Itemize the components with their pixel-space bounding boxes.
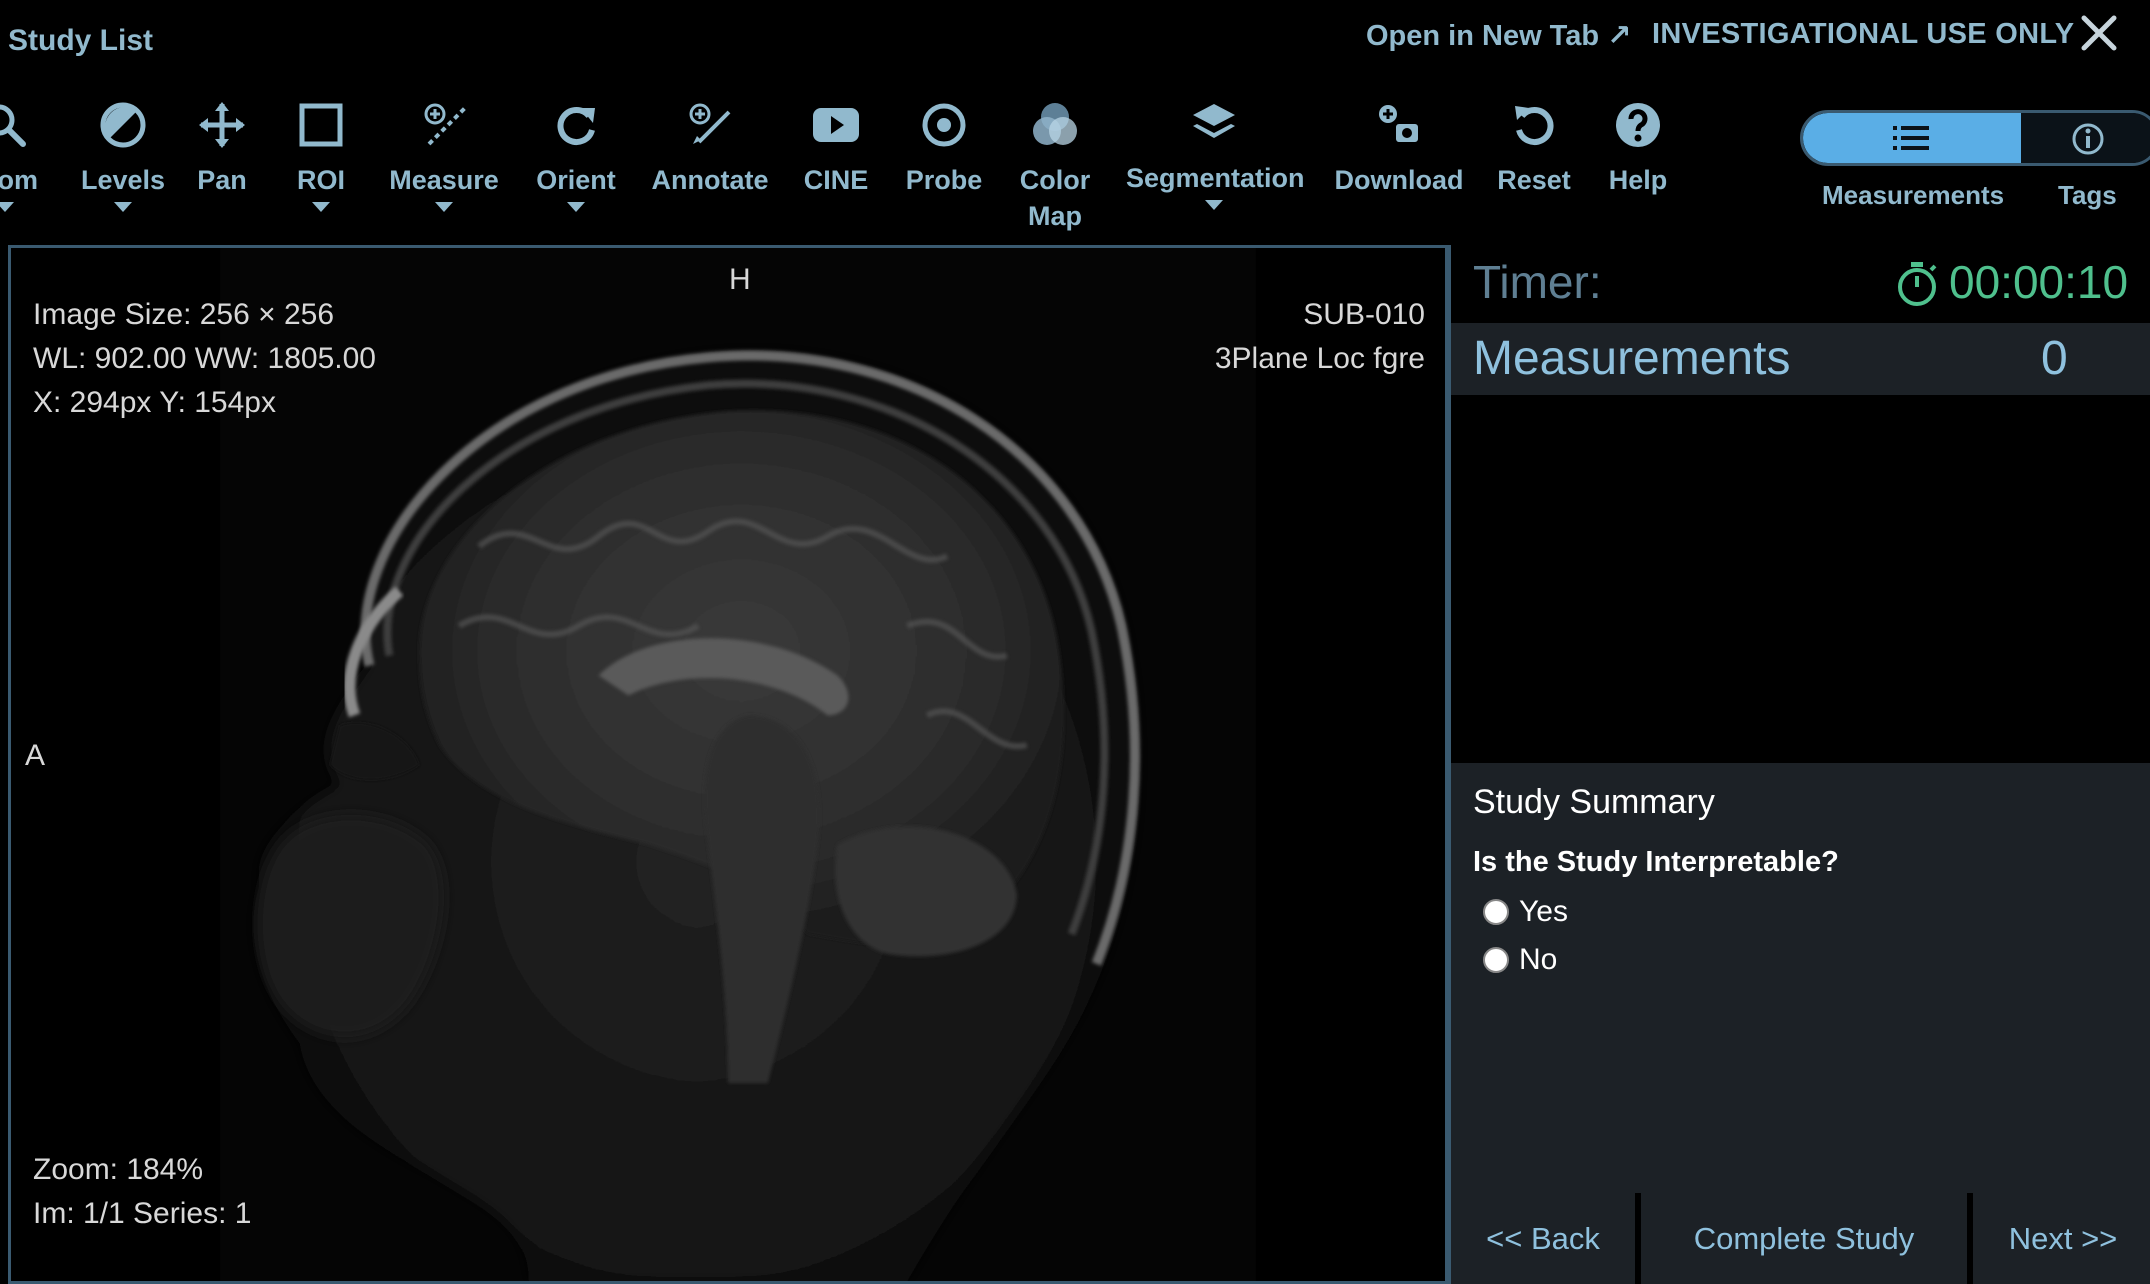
tags-toggle-button[interactable] [2021,113,2150,163]
list-icon [1893,126,1929,150]
tool-measure[interactable]: Measure [384,100,504,212]
tool-label: Measure [389,165,499,195]
no-label[interactable]: No [1519,943,1557,977]
tool-label: Segmentation [1126,163,1305,193]
right-panel: Timer: 00:00:10 Measurements 0 Study Sum… [1448,245,2150,1284]
navigation-buttons: << Back Complete Study Next >> [1451,1193,2150,1284]
measurements-toggle-label: Measurements [1822,180,2005,210]
help-icon [1616,103,1660,147]
pan-icon [199,102,245,148]
tool-segmentation[interactable]: Segmentation [1126,98,1305,210]
study-summary: Study Summary Is the Study Interpretable… [1451,763,2150,1193]
probe-icon [922,103,966,147]
open-new-tab-link[interactable]: Open in New Tab ↗ [1366,18,1631,53]
roi-icon [299,103,343,147]
color-map-icon [1033,103,1077,145]
measurements-count: 0 [2041,332,2068,385]
stopwatch-icon [1898,262,1937,306]
subject-id-text: SUB-010 [1303,298,1425,331]
panel-toggle [1800,110,2150,166]
tool-levels[interactable]: Levels [68,100,178,212]
orientation-marker-left: A [25,739,46,772]
timer-label: Timer: [1473,256,1602,308]
tool-label: Levels [80,165,166,195]
chevron-down-icon [0,202,14,212]
chevron-down-icon [1205,200,1223,210]
tool-label: Help [1608,165,1668,195]
image-series-text: Im: 1/1 Series: 1 [33,1197,252,1230]
tool-label: Annotate [651,165,769,195]
tool-color-map[interactable]: Color Map [1010,100,1100,234]
tool-pan[interactable]: Pan [182,100,262,198]
interpretable-question: Is the Study Interpretable? [1473,846,1839,878]
zoom-level-text: Zoom: 184% [33,1153,204,1186]
overlay-top-right: SUB-010 3Plane Loc fgre [1215,293,1425,381]
tool-reset[interactable]: Reset [1494,100,1574,198]
image-viewport[interactable]: Image Size: 256 × 256 WL: 902.00 WW: 180… [8,245,1448,1284]
study-list-link[interactable]: Study List [8,24,153,58]
timer-row: Timer: 00:00:10 [1451,245,2150,323]
series-description-text: 3Plane Loc fgre [1214,342,1425,375]
measurements-header[interactable]: Measurements 0 [1451,323,2150,395]
measurements-label: Measurements [1473,332,1791,385]
tool-cine[interactable]: CINE [796,100,876,198]
download-icon [1379,105,1418,142]
top-toolbar: Study List Open in New Tab ↗ INVESTIGATI… [0,0,2150,245]
no-radio[interactable] [1483,947,1509,973]
tool-help[interactable]: Help [1600,100,1676,198]
tool-annotate[interactable]: Annotate [648,100,772,198]
tool-label: CINE [803,165,869,195]
reset-icon [1515,106,1554,145]
cine-icon [813,108,859,142]
orientation-marker-top: H [729,263,751,296]
overlay-top-left: Image Size: 256 × 256 WL: 902.00 WW: 180… [33,293,376,425]
tool-download[interactable]: Download [1334,100,1464,198]
option-no[interactable]: No [1483,943,1557,977]
levels-icon [100,102,146,148]
tool-label: om [0,165,38,195]
segmentation-icon [1193,104,1235,138]
tool-label: Orient [536,165,616,195]
yes-radio[interactable] [1483,899,1509,925]
cursor-coords-text: X: 294px Y: 154px [33,386,276,419]
measurements-toggle-button[interactable] [1803,113,2021,163]
zoom-icon [0,104,26,147]
tool-roi[interactable]: ROI [281,100,361,212]
next-button[interactable]: Next >> [1973,1193,2150,1284]
tool-label-line2: Map [1028,201,1082,231]
window-level-text: WL: 902.00 WW: 1805.00 [33,342,376,375]
tool-label: Download [1334,165,1464,195]
timer-value: 00:00:10 [1949,256,2129,308]
back-button[interactable]: << Back [1451,1193,1635,1284]
chevron-down-icon [312,202,330,212]
chevron-down-icon [114,202,132,212]
investigational-banner: INVESTIGATIONAL USE ONLY [1652,18,2075,50]
tool-label: Pan [197,165,247,195]
overlay-bottom-left: Zoom: 184% Im: 1/1 Series: 1 [33,1148,251,1236]
tool-orient[interactable]: Orient [528,100,624,212]
tool-label: Reset [1497,165,1571,195]
study-summary-title: Study Summary [1473,783,1715,821]
complete-study-button[interactable]: Complete Study [1641,1193,1967,1284]
tool-label: ROI [296,165,345,195]
info-icon [2072,123,2104,155]
tool-label: Probe [905,165,983,195]
tool-probe[interactable]: Probe [902,100,986,198]
option-yes[interactable]: Yes [1483,895,1568,929]
annotate-icon [689,103,731,144]
tool-zoom[interactable]: om [0,100,42,212]
orient-icon [557,107,595,145]
chevron-down-icon [567,202,585,212]
tool-label: Color [1019,165,1091,195]
measure-icon [424,103,467,146]
close-icon[interactable] [2078,12,2120,54]
tags-toggle-label: Tags [2058,180,2117,210]
yes-label[interactable]: Yes [1519,895,1568,929]
image-size-text: Image Size: 256 × 256 [33,298,335,331]
chevron-down-icon [435,202,453,212]
